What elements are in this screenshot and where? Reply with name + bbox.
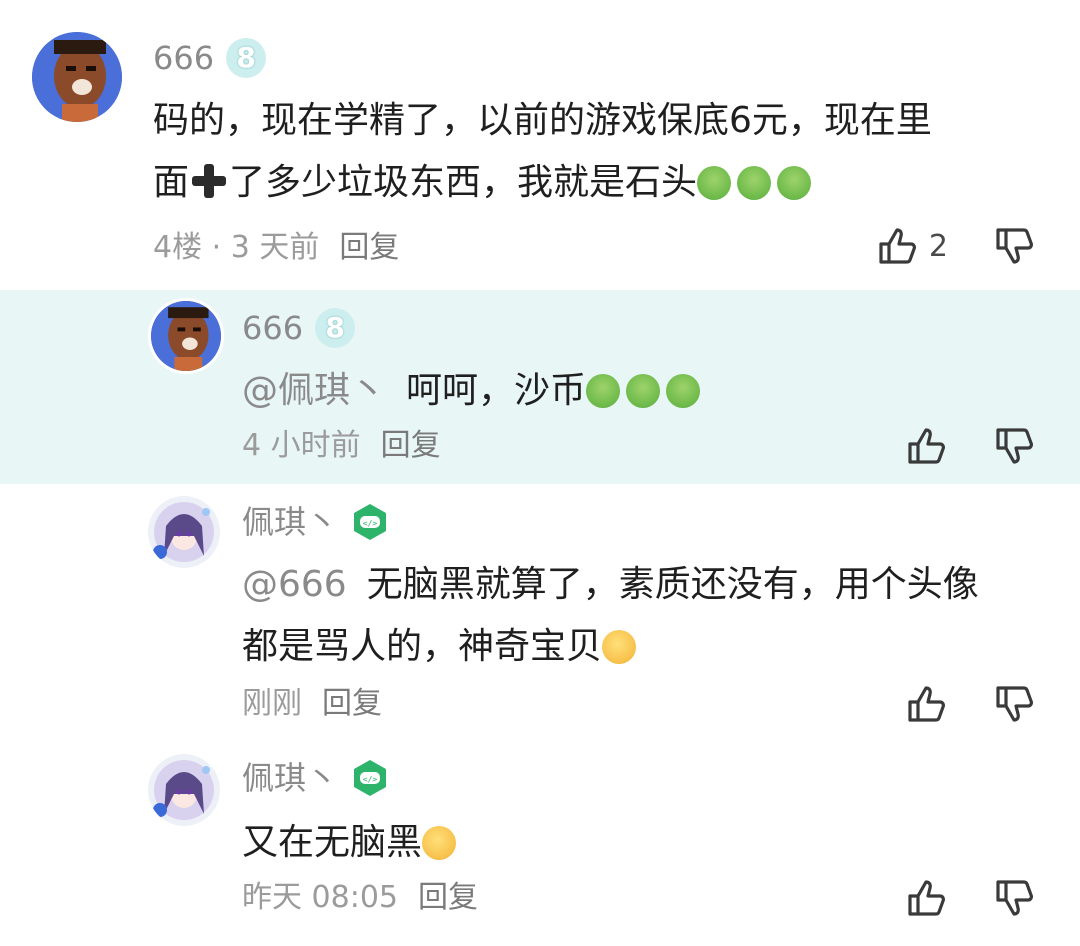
smirk-face-emoji: [422, 826, 457, 860]
comment-text-part: 无脑黑就算了，素质还没有，用个头像: [366, 564, 979, 605]
level-badge: 8: [226, 38, 267, 78]
reply-3: 佩琪丶 </> 又在无脑黑 昨天 08:05 回复: [0, 740, 1080, 946]
reply-button[interactable]: 回复: [339, 228, 399, 268]
like-count: 2: [928, 228, 948, 264]
username[interactable]: 佩琪丶 </>: [242, 758, 390, 798]
comment-actions: [904, 682, 1036, 726]
dislike-button[interactable]: [992, 224, 1036, 268]
comment-actions: [904, 424, 1036, 468]
comment-text-part: 面: [153, 162, 190, 203]
nauseated-face-emoji: [586, 374, 621, 408]
comment-1: 666 8 码的，现在学精了，以前的游戏保底6元，现在里 面了多少垃圾东西，我就…: [0, 0, 1080, 290]
username[interactable]: 佩琪丶 </>: [242, 502, 390, 542]
comment-line-1: @666 无脑黑就算了，素质还没有，用个头像: [242, 554, 1042, 616]
avatar[interactable]: [148, 496, 220, 568]
thumbs-up-icon: [908, 428, 945, 464]
username-text: 佩琪丶: [242, 759, 339, 797]
comment-meta: 4楼 · 3 天前 回复: [153, 228, 399, 268]
username-text: 666: [242, 309, 304, 347]
username[interactable]: 666 8: [242, 308, 356, 348]
floor-time: 4楼 · 3 天前: [153, 230, 320, 265]
dislike-button[interactable]: [992, 876, 1036, 920]
comment-actions: [904, 876, 1036, 920]
nauseated-face-emoji: [737, 166, 772, 200]
reply-button[interactable]: 回复: [418, 878, 478, 918]
like-button[interactable]: 2: [875, 224, 948, 268]
thumbs-down-icon: [996, 880, 1033, 916]
game-controller-badge-icon: </>: [354, 504, 387, 540]
dislike-button[interactable]: [992, 424, 1036, 468]
username-text: 佩琪丶: [242, 503, 339, 541]
thumbs-down-icon: [996, 428, 1033, 464]
smirk-face-emoji: [602, 630, 637, 664]
comment-text-part: 又在无脑黑: [242, 822, 423, 863]
nauseated-face-emoji: [666, 374, 701, 408]
like-button[interactable]: [904, 424, 948, 468]
thumbs-down-icon: [996, 228, 1033, 264]
comment-line-2: 都是骂人的，神奇宝贝: [242, 616, 1042, 678]
comment-meta: 刚刚 回复: [242, 684, 382, 724]
comment-line-1: 码的，现在学精了，以前的游戏保底6元，现在里: [153, 100, 932, 141]
username[interactable]: 666 8: [153, 38, 267, 78]
like-button[interactable]: [904, 876, 948, 920]
game-controller-badge-icon: </>: [354, 760, 387, 796]
comment-meta: 昨天 08:05 回复: [242, 878, 478, 918]
mention-link[interactable]: @666: [242, 564, 347, 605]
like-button[interactable]: [904, 682, 948, 726]
avatar[interactable]: [148, 754, 220, 826]
svg-text:</>: </>: [363, 775, 378, 784]
comment-text-part: 呵呵，沙币: [406, 370, 587, 411]
nauseated-face-emoji: [697, 166, 732, 200]
comment-text-part: 都是骂人的，神奇宝贝: [242, 626, 603, 667]
comment-text: @666 无脑黑就算了，素质还没有，用个头像 都是骂人的，神奇宝贝: [242, 554, 1042, 678]
heavy-plus-icon: [189, 161, 229, 201]
mention-link[interactable]: @佩琪丶: [242, 370, 386, 411]
thumbs-up-icon: [908, 880, 945, 916]
reply-button[interactable]: 回复: [322, 684, 382, 724]
reply-1: 666 8 @佩琪丶 呵呵，沙币 4 小时前 回复: [0, 290, 1080, 484]
nauseated-face-emoji: [626, 374, 661, 408]
comment-text-part: 了多少垃圾东西，我就是石头: [229, 162, 698, 203]
time: 4 小时前: [242, 428, 361, 463]
comment-actions: 2: [875, 224, 1036, 268]
thumbs-down-icon: [996, 686, 1033, 722]
nauseated-face-emoji: [777, 166, 812, 200]
svg-text:</>: </>: [363, 519, 378, 528]
avatar[interactable]: [148, 298, 224, 374]
comment-text: 又在无脑黑: [242, 812, 1042, 874]
time: 刚刚: [242, 686, 302, 721]
reply-button[interactable]: 回复: [381, 426, 441, 466]
reply-2: 佩琪丶 </> @666 无脑黑就算了，素质还没有，用个头像 都是骂人的，神奇宝贝…: [0, 484, 1080, 740]
thumbs-up-icon: [879, 228, 916, 264]
time: 昨天 08:05: [242, 880, 398, 915]
thumbs-up-icon: [908, 686, 945, 722]
comment-line-2: 面了多少垃圾东西，我就是石头: [153, 152, 1033, 214]
dislike-button[interactable]: [992, 682, 1036, 726]
username-text: 666: [153, 39, 215, 77]
level-badge: 8: [315, 308, 356, 348]
avatar[interactable]: [32, 32, 122, 122]
comment-meta: 4 小时前 回复: [242, 426, 441, 466]
comment-text: @佩琪丶 呵呵，沙币: [242, 360, 1042, 422]
comment-text: 码的，现在学精了，以前的游戏保底6元，现在里 面了多少垃圾东西，我就是石头: [153, 90, 1033, 214]
